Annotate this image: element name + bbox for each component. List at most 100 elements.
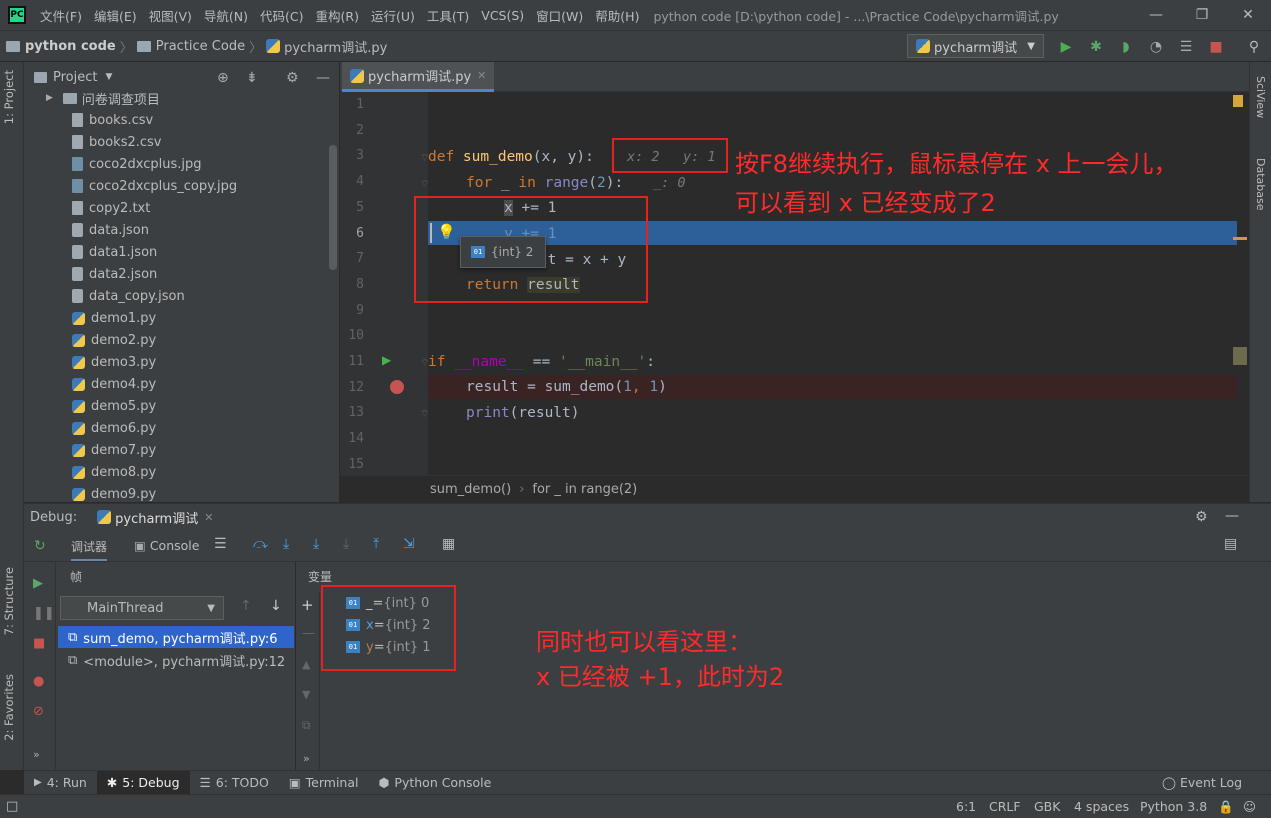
sciview-tool-tab[interactable]: SciView	[1254, 76, 1267, 118]
remove-watch-icon[interactable]: —	[302, 626, 315, 641]
chevron-down-icon[interactable]: ▼	[105, 72, 112, 82]
hide-icon[interactable]: —	[1225, 508, 1239, 524]
project-tree-item[interactable]: coco2dxcplus.jpg	[72, 153, 201, 175]
favorites-tool-tab[interactable]: 2: Favorites	[2, 674, 16, 741]
breadcrumb-folder[interactable]: Practice Code	[156, 39, 245, 54]
menu-refactor[interactable]: 重构(R)	[310, 6, 365, 25]
gear-icon[interactable]: ⚙	[1195, 509, 1208, 525]
debug-tool-tab[interactable]: ✱ 5: Debug	[96, 770, 190, 795]
line-separator[interactable]: CRLF	[989, 799, 1021, 814]
close-icon[interactable]: ✕	[1225, 0, 1271, 30]
force-step-into-icon[interactable]: ⤓	[343, 536, 349, 552]
project-tree-item[interactable]: demo7.py	[72, 439, 156, 461]
add-watch-icon[interactable]: +	[301, 596, 314, 614]
lock-icon[interactable]: 🔒	[1218, 799, 1234, 815]
breadcrumb-loop[interactable]: for _ in range(2)	[532, 482, 637, 497]
project-tree-item[interactable]: coco2dxcplus_copy.jpg	[72, 175, 237, 197]
layout-icon[interactable]: ▤	[1224, 536, 1237, 552]
gear-icon[interactable]: ⚙	[286, 70, 299, 86]
todo-tool-tab[interactable]: ☰ 6: TODO	[190, 771, 279, 795]
project-scrollbar[interactable]	[329, 145, 337, 270]
menu-tools[interactable]: 工具(T)	[421, 6, 475, 25]
project-tree-item[interactable]: ▶ 问卷调查项目	[46, 87, 160, 109]
menu-navigate[interactable]: 导航(N)	[198, 6, 254, 25]
tab-pycharm-debug-file[interactable]: pycharm调试.py ✕	[342, 62, 495, 92]
debug-session-tab[interactable]: pycharm调试 ✕	[97, 508, 213, 527]
run-gutter-icon[interactable]: ▶	[382, 353, 391, 367]
chevron-right-icon[interactable]: ▶	[46, 93, 53, 103]
more-icon[interactable]: »	[33, 748, 40, 761]
thread-select[interactable]: MainThread ▼	[60, 596, 224, 620]
frame-row-sum-demo[interactable]: ⧉ sum_demo, pycharm调试.py:6	[58, 626, 294, 648]
run-icon[interactable]: ▶	[1056, 37, 1076, 57]
code-line-12[interactable]: result = sum_demo(1, 1)	[466, 376, 667, 398]
rerun-icon[interactable]: ↻	[34, 538, 46, 554]
minimize-icon[interactable]: —	[1133, 0, 1179, 30]
project-tree-item[interactable]: data1.json	[72, 241, 157, 263]
evaluate-expression-icon[interactable]: ▦	[442, 536, 455, 552]
step-into-my-code-icon[interactable]: ⤓	[313, 536, 319, 552]
fold-icon[interactable]: ⌔	[420, 408, 429, 421]
menu-run[interactable]: 运行(U)	[365, 6, 421, 25]
tab-debugger[interactable]: 调试器	[71, 538, 108, 561]
python-console-tool-tab[interactable]: ⬢ Python Console	[368, 771, 501, 795]
step-out-icon[interactable]: ⤒	[373, 536, 379, 552]
project-tree-item[interactable]: demo3.py	[72, 351, 156, 373]
code-line-11[interactable]: if __name__ == '__main__':	[428, 351, 655, 373]
inspector-icon[interactable]: ☺	[1243, 799, 1256, 814]
project-tree-item[interactable]: demo1.py	[72, 307, 156, 329]
tool-window-toggle-icon[interactable]: □	[6, 799, 18, 814]
breadcrumb-function[interactable]: sum_demo()	[430, 482, 511, 497]
breadcrumb-project[interactable]: python code	[25, 39, 116, 54]
menu-file[interactable]: 文件(F)	[34, 6, 88, 25]
copy-watch-icon[interactable]: ⧉	[302, 718, 311, 733]
file-encoding[interactable]: GBK	[1034, 799, 1060, 814]
code-line-4[interactable]: for _ in range(2):	[466, 172, 623, 194]
step-into-icon[interactable]: ⤓	[283, 536, 289, 552]
step-over-icon[interactable]: ⤼	[253, 536, 268, 552]
project-title[interactable]: Project	[53, 70, 97, 85]
resume-icon[interactable]: ▶	[33, 576, 43, 591]
stop-icon[interactable]: ■	[33, 636, 45, 651]
debug-bug-icon[interactable]: ✱	[1086, 37, 1106, 57]
structure-tool-tab[interactable]: 7: Structure	[2, 567, 16, 635]
project-tree-item[interactable]: data2.json	[72, 263, 157, 285]
terminal-tool-tab[interactable]: ▣ Terminal	[279, 771, 369, 795]
project-tree-item[interactable]: data.json	[72, 219, 149, 241]
code-line-3[interactable]: def sum_demo(x, y):	[428, 146, 594, 168]
pause-icon[interactable]: ❚❚	[33, 606, 55, 621]
code-line-13[interactable]: print(result)	[466, 402, 580, 424]
menu-code[interactable]: 代码(C)	[254, 6, 309, 25]
view-breakpoints-icon[interactable]: ●	[33, 674, 44, 689]
restore-icon[interactable]: ❐	[1179, 0, 1225, 30]
breakpoint-icon[interactable]	[390, 380, 404, 394]
project-tree-item[interactable]: demo5.py	[72, 395, 156, 417]
menu-icon[interactable]: ☰	[214, 536, 227, 552]
event-log-tool-tab[interactable]: ◯ Event Log	[1152, 771, 1252, 795]
arrow-down-icon[interactable]: ↓	[270, 598, 282, 614]
run-configuration-select[interactable]: pycharm调试 ▼	[907, 34, 1044, 58]
menu-view[interactable]: 视图(V)	[143, 6, 198, 25]
frame-row-module[interactable]: ⧉ <module>, pycharm调试.py:12	[58, 649, 294, 671]
project-tree-item[interactable]: demo6.py	[72, 417, 156, 439]
stop-icon[interactable]: ■	[1206, 37, 1226, 57]
locate-icon[interactable]: ⊕	[217, 70, 229, 86]
search-icon[interactable]: ⚲	[1244, 37, 1264, 57]
project-tree-item[interactable]: demo4.py	[72, 373, 156, 395]
coverage-icon[interactable]: ◗	[1116, 37, 1136, 57]
fold-icon[interactable]: ⌔	[420, 152, 429, 165]
fold-icon[interactable]: ⌔	[420, 357, 429, 370]
project-tree-item[interactable]: books2.csv	[72, 131, 161, 153]
menu-help[interactable]: 帮助(H)	[589, 6, 645, 25]
concurrency-icon[interactable]: ☰	[1176, 37, 1196, 57]
warning-marker-icon[interactable]	[1233, 95, 1243, 107]
collapse-all-icon[interactable]: ⇟	[246, 70, 258, 86]
project-tree-item[interactable]: data_copy.json	[72, 285, 185, 307]
project-tree-item[interactable]: demo9.py	[72, 483, 156, 505]
run-tool-tab[interactable]: ▶ 4: Run	[24, 771, 97, 795]
menu-edit[interactable]: 编辑(E)	[88, 6, 143, 25]
python-interpreter[interactable]: Python 3.8	[1140, 799, 1207, 814]
hide-icon[interactable]: —	[316, 70, 330, 86]
editor-scrollbar[interactable]	[1233, 92, 1249, 475]
menu-vcs[interactable]: VCS(S)	[475, 8, 530, 23]
